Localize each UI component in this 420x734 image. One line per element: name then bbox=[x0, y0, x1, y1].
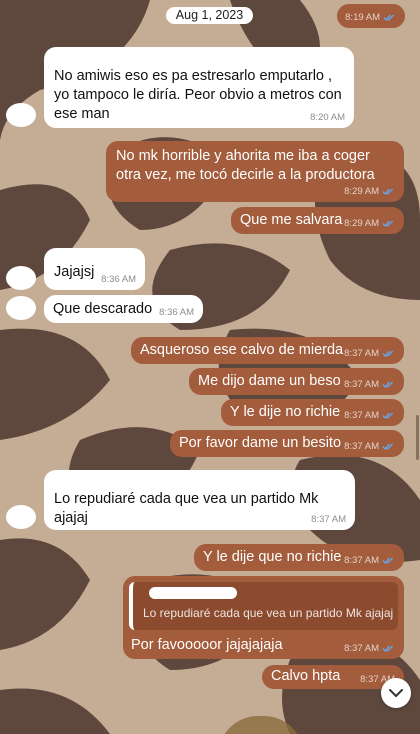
message-time: 8:37 AM bbox=[344, 441, 379, 452]
double-check-icon bbox=[382, 188, 393, 195]
sender-avatar-placeholder bbox=[6, 505, 36, 529]
quoted-message[interactable]: Lo repudiaré cada que vea un partido Mk … bbox=[129, 582, 398, 630]
double-check-icon bbox=[382, 412, 393, 419]
message-meta: 8:37 AM bbox=[344, 348, 395, 359]
scroll-to-bottom-button[interactable] bbox=[381, 678, 411, 708]
message-meta: 8:37 AM bbox=[311, 514, 346, 525]
message-meta: 8:37 AM bbox=[344, 643, 395, 654]
message-bubble-incoming[interactable]: Que descarado 8:36 AM bbox=[44, 295, 203, 323]
quoted-author-redacted bbox=[149, 587, 237, 599]
quoted-message-text: Lo repudiaré cada que vea un partido Mk … bbox=[143, 606, 394, 620]
message-meta: 8:36 AM bbox=[101, 274, 136, 285]
message-meta: 8:29 AM bbox=[344, 218, 395, 229]
double-check-icon bbox=[382, 557, 393, 564]
scrollbar[interactable] bbox=[416, 415, 419, 460]
message-meta: 8:20 AM bbox=[310, 112, 345, 123]
message-time: 8:20 AM bbox=[310, 112, 345, 123]
message-meta: 8:19 AM bbox=[345, 12, 396, 23]
message-time: 8:29 AM bbox=[344, 218, 379, 229]
message-bubble-outgoing[interactable]: Me dijo dame un beso 8:37 AM bbox=[189, 368, 404, 395]
message-bubble-outgoing[interactable]: No mk horrible y ahorita me iba a coger … bbox=[106, 141, 404, 202]
message-bubble-outgoing[interactable]: Y le dije que no richie 8:37 AM bbox=[194, 544, 404, 571]
message-time: 8:37 AM bbox=[344, 379, 379, 390]
message-bubble-outgoing-reply[interactable]: Lo repudiaré cada que vea un partido Mk … bbox=[123, 576, 404, 659]
message-bubble-outgoing[interactable]: Asqueroso ese calvo de mierda 8:37 AM bbox=[131, 337, 404, 364]
message-meta: 8:36 AM bbox=[159, 307, 194, 318]
message-text: Por favooooor jajajajaja bbox=[131, 637, 283, 653]
message-meta: 8:37 AM bbox=[344, 379, 395, 390]
chevron-down-icon bbox=[389, 688, 403, 697]
double-check-icon bbox=[382, 645, 393, 652]
message-text: Lo repudiaré cada que vea un partido Mk … bbox=[54, 491, 323, 526]
message-text: No mk horrible y ahorita me iba a coger … bbox=[116, 148, 375, 183]
message-time: 8:29 AM bbox=[344, 186, 379, 197]
message-time: 8:36 AM bbox=[101, 274, 136, 285]
message-bubble-outgoing[interactable]: Que me salvara 8:29 AM bbox=[231, 207, 404, 234]
message-time: 8:37 AM bbox=[344, 555, 379, 566]
message-meta: 8:37 AM bbox=[344, 555, 395, 566]
message-meta: 8:37 AM bbox=[344, 410, 395, 421]
sender-avatar-placeholder bbox=[6, 266, 36, 290]
message-time: 8:37 AM bbox=[344, 643, 379, 654]
message-time: 8:19 AM bbox=[345, 12, 380, 23]
double-check-icon bbox=[383, 14, 394, 21]
message-time: 8:37 AM bbox=[344, 410, 379, 421]
message-bubble-incoming[interactable]: Lo repudiaré cada que vea un partido Mk … bbox=[44, 470, 355, 530]
message-bubble-outgoing-partial[interactable]: 8:19 AM bbox=[337, 4, 405, 28]
chat-screen: Aug 1, 2023 8:19 AM No amiwis eso es pa … bbox=[0, 0, 420, 734]
message-text: No amiwis eso es pa estresarlo emputarlo… bbox=[54, 68, 346, 122]
sender-avatar-placeholder bbox=[6, 296, 36, 320]
message-bubble-outgoing[interactable]: Y le dije no richie 8:37 AM bbox=[221, 399, 404, 426]
double-check-icon bbox=[382, 381, 393, 388]
double-check-icon bbox=[382, 443, 393, 450]
message-bubble-incoming[interactable]: Jajajsj 8:36 AM bbox=[44, 248, 145, 290]
message-time: 8:37 AM bbox=[311, 514, 346, 525]
date-separator: Aug 1, 2023 bbox=[166, 7, 253, 24]
message-bubble-incoming[interactable]: No amiwis eso es pa estresarlo emputarlo… bbox=[44, 47, 354, 128]
message-meta: 8:37 AM bbox=[344, 441, 395, 452]
message-bubble-outgoing[interactable]: Por favor dame un besito 8:37 AM bbox=[170, 430, 404, 457]
double-check-icon bbox=[382, 350, 393, 357]
double-check-icon bbox=[382, 220, 393, 227]
sender-avatar-placeholder bbox=[6, 103, 36, 127]
message-time: 8:37 AM bbox=[344, 348, 379, 359]
message-meta: 8:29 AM bbox=[344, 186, 395, 197]
message-time: 8:36 AM bbox=[159, 307, 194, 318]
